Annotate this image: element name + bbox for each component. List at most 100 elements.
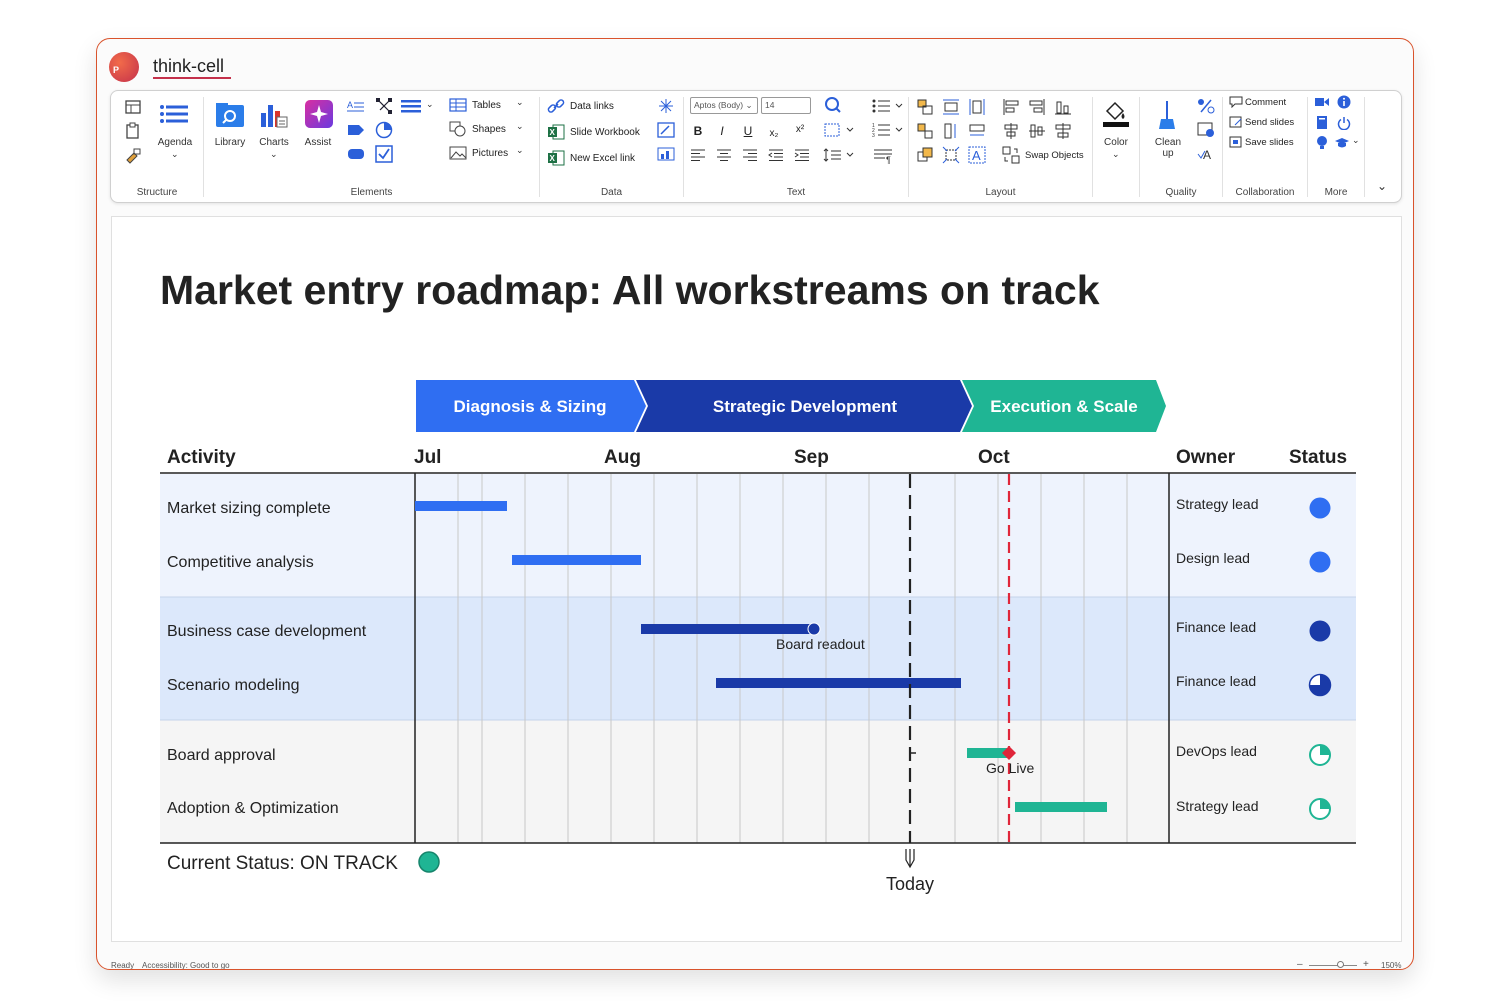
numbering-icon[interactable]: 123 — [872, 121, 904, 139]
pentagon-arrow-icon[interactable] — [346, 121, 366, 139]
tables-chevron-down-icon[interactable]: ⌄ — [516, 97, 524, 108]
book-icon[interactable] — [1314, 115, 1330, 131]
connector-icon[interactable] — [374, 97, 394, 115]
tables-icon[interactable] — [448, 97, 468, 113]
comment-button[interactable]: Comment — [1245, 97, 1286, 108]
spelling-icon[interactable]: A — [1196, 145, 1216, 163]
charts-icon[interactable] — [256, 99, 292, 131]
library-button[interactable]: Library — [208, 137, 252, 148]
agenda-icon[interactable] — [157, 101, 191, 131]
rounded-rectangle-icon[interactable] — [346, 145, 366, 163]
align-middle-icon[interactable] — [1027, 121, 1047, 141]
gantt-bar[interactable] — [512, 555, 641, 565]
color-chevron-down-icon[interactable]: ⌄ — [1112, 149, 1120, 160]
excel-link-icon[interactable]: X — [546, 149, 566, 167]
line-spacing-icon[interactable] — [822, 147, 858, 163]
link-icon[interactable] — [546, 97, 566, 115]
decrease-indent-icon[interactable] — [768, 147, 784, 163]
paragraph-icon[interactable]: ¶ — [872, 147, 894, 165]
charts-button[interactable]: Charts — [252, 137, 296, 148]
swap-objects-button[interactable]: Swap Objects — [1025, 150, 1084, 161]
agenda-button[interactable]: Agenda — [151, 137, 199, 148]
fit-text-icon[interactable]: A — [967, 145, 987, 165]
same-height-icon[interactable] — [967, 97, 987, 117]
resize-icon[interactable] — [941, 145, 961, 165]
tables-button[interactable]: Tables — [472, 100, 501, 111]
comment-icon[interactable] — [1229, 95, 1243, 109]
align-left-edges-icon[interactable] — [1001, 97, 1021, 117]
graduation-cap-icon[interactable] — [1334, 135, 1350, 151]
font-size-dropdown[interactable]: 14 — [761, 97, 811, 114]
pictures-icon[interactable] — [448, 145, 468, 161]
check-slide-icon[interactable] — [1196, 121, 1216, 139]
distribute-icon[interactable] — [1053, 121, 1073, 141]
align-center-horizontal-icon[interactable] — [1001, 121, 1021, 141]
excel-workbook-icon[interactable]: X — [546, 123, 566, 141]
send-slides-button[interactable]: Send slides — [1245, 117, 1294, 128]
stretch-vertical-icon[interactable] — [941, 121, 961, 141]
stretch-horizontal-icon[interactable] — [967, 121, 987, 141]
clean-up-button[interactable]: Clean up — [1148, 137, 1188, 159]
zoom-out-icon[interactable]: – — [1297, 959, 1303, 969]
align-center-icon[interactable] — [716, 147, 732, 163]
text-frame-icon[interactable] — [822, 121, 858, 139]
save-slides-icon[interactable] — [1229, 135, 1243, 149]
gantt-bar[interactable] — [415, 501, 507, 511]
status-accessibility[interactable]: Accessibility: Good to go — [142, 961, 230, 969]
bullets-icon[interactable] — [872, 97, 904, 115]
zoom-slider[interactable]: – + — [1297, 959, 1372, 969]
zoom-in-icon[interactable]: + — [1363, 959, 1369, 969]
tableau-icon[interactable] — [656, 97, 676, 115]
zoom-thumb[interactable] — [1337, 961, 1344, 968]
ungroup-icon[interactable] — [915, 121, 935, 141]
gantt-bar[interactable] — [1015, 802, 1107, 812]
pie-chart-icon[interactable] — [374, 121, 394, 139]
charts-chevron-down-icon[interactable]: ⌄ — [270, 149, 278, 160]
info-icon[interactable] — [1336, 95, 1352, 109]
swap-objects-icon[interactable] — [1001, 145, 1021, 165]
assist-button[interactable]: Assist — [296, 137, 340, 148]
increase-indent-icon[interactable] — [794, 147, 810, 163]
shapes-icon[interactable] — [448, 121, 468, 137]
bold-icon[interactable]: B — [690, 123, 706, 139]
slide-workbook-button[interactable]: Slide Workbook — [570, 127, 640, 138]
save-slides-button[interactable]: Save slides — [1245, 137, 1294, 148]
assist-sparkle-icon[interactable] — [304, 99, 334, 129]
slide-layout-icon[interactable] — [123, 97, 143, 117]
bring-forward-icon[interactable] — [915, 145, 935, 165]
list-icon[interactable] — [400, 97, 422, 115]
paste-icon[interactable] — [123, 121, 143, 141]
library-icon[interactable] — [214, 101, 246, 131]
underline-icon[interactable]: U — [740, 123, 756, 139]
subscript-icon[interactable]: x₂ — [766, 125, 782, 141]
same-width-icon[interactable] — [941, 97, 961, 117]
send-slides-icon[interactable] — [1229, 115, 1243, 129]
text-box-icon[interactable]: A — [346, 97, 366, 115]
agenda-chevron-down-icon[interactable]: ⌄ — [171, 149, 179, 160]
list-chevron-down-icon[interactable]: ⌄ — [426, 99, 434, 110]
checkbox-icon[interactable] — [374, 145, 394, 163]
color-button[interactable]: Color — [1093, 137, 1139, 148]
pictures-button[interactable]: Pictures — [472, 148, 508, 159]
more-chevron-down-icon[interactable]: ⌄ — [1352, 135, 1360, 146]
image-edit-icon[interactable] — [656, 121, 676, 139]
align-left-icon[interactable] — [690, 147, 706, 163]
group-objects-icon[interactable] — [915, 97, 935, 117]
new-excel-link-button[interactable]: New Excel link — [570, 153, 635, 164]
lightbulb-icon[interactable] — [1314, 135, 1330, 151]
board-readout-milestone[interactable] — [807, 622, 821, 636]
pictures-chevron-down-icon[interactable]: ⌄ — [516, 145, 524, 156]
data-chart-icon[interactable] — [656, 145, 676, 163]
clean-up-brush-icon[interactable] — [1152, 99, 1182, 131]
percent-icon[interactable] — [1196, 97, 1216, 115]
gantt-bar[interactable] — [641, 624, 814, 634]
data-links-button[interactable]: Data links — [570, 101, 614, 112]
superscript-icon[interactable]: x² — [792, 121, 808, 137]
align-right-icon[interactable] — [742, 147, 758, 163]
fill-color-bucket-icon[interactable] — [1101, 99, 1131, 129]
power-icon[interactable] — [1336, 115, 1352, 131]
gantt-bar[interactable] — [716, 678, 961, 688]
font-name-dropdown[interactable]: Aptos (Body) ⌄ — [690, 97, 758, 114]
format-painter-icon[interactable] — [123, 145, 143, 165]
align-bottom-icon[interactable] — [1053, 97, 1073, 117]
